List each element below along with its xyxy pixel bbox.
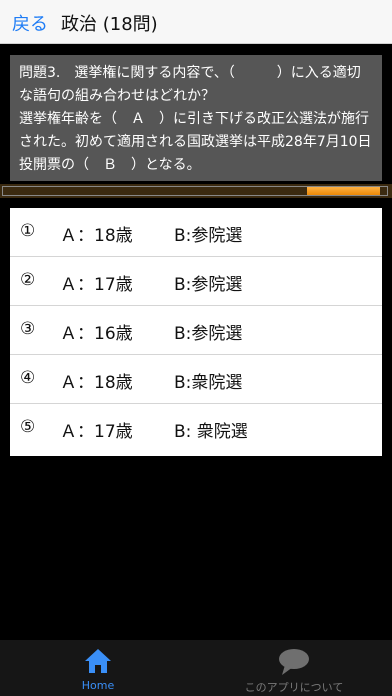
navigation-bar: 戻る 政治 (18問)	[0, 0, 392, 44]
choice-answer-a: Ａ：17歳	[60, 275, 133, 295]
answer-choice-5[interactable]: ⑤ Ａ：17歳 B: 衆院選	[10, 404, 382, 456]
answer-choice-1[interactable]: ① Ａ：18歳 B:参院選	[10, 208, 382, 257]
choice-answer-a: Ａ：16歳	[60, 324, 133, 344]
speech-bubble-icon	[279, 649, 309, 675]
answer-choice-3[interactable]: ③ Ａ：16歳 B:参院選	[10, 306, 382, 355]
question-panel: 問題3. 選挙権に関する内容で、（ ）に入る適切な語句の組み合わせはどれか？ 選…	[10, 55, 382, 181]
choice-answer-b: B:参院選	[174, 275, 243, 295]
tab-bar: Home このアプリについて	[0, 640, 392, 696]
tab-about-label: このアプリについて	[244, 681, 344, 694]
tab-home-label: Home	[81, 679, 115, 692]
question-prompt: 問題3. 選挙権に関する内容で、（ ）に入る適切な語句の組み合わせはどれか？	[19, 65, 361, 104]
choice-number: ⑤	[20, 417, 36, 437]
choice-number: ①	[20, 221, 36, 241]
choice-answer-b: B:参院選	[174, 324, 243, 344]
progress-bar	[2, 186, 388, 196]
back-button[interactable]: 戻る	[12, 10, 48, 36]
choice-number: ③	[20, 319, 36, 339]
choice-number: ②	[20, 270, 36, 290]
page-title: 政治 (18問)	[61, 14, 158, 35]
choice-answer-b: B:衆院選	[174, 373, 243, 393]
choice-answer-a: Ａ：18歳	[60, 373, 133, 393]
answer-choice-list: ① Ａ：18歳 B:参院選 ② Ａ：17歳 B:参院選 ③ Ａ：16歳 B:参院…	[10, 208, 382, 456]
home-icon	[85, 649, 111, 673]
choice-answer-a: Ａ：18歳	[60, 226, 133, 246]
question-body: 選挙権年齢を（ Ａ ）に引き下げる改正公選法が施行された。初めて適用される国政選…	[19, 111, 372, 173]
choice-answer-b: B: 衆院選	[174, 422, 248, 442]
answer-choice-4[interactable]: ④ Ａ：18歳 B:衆院選	[10, 355, 382, 404]
choice-number: ④	[20, 368, 36, 388]
tab-about-app[interactable]: このアプリについて	[196, 640, 392, 696]
answer-choice-2[interactable]: ② Ａ：17歳 B:参院選	[10, 257, 382, 306]
tab-home[interactable]: Home	[0, 640, 196, 696]
choice-answer-b: B:参院選	[174, 226, 243, 246]
choice-answer-a: Ａ：17歳	[60, 422, 133, 442]
